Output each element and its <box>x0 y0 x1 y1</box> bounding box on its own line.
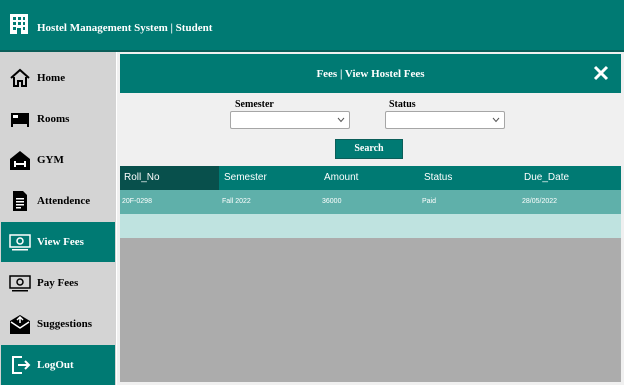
grid-header: Roll_No Semester Amount Status Due_Date <box>120 166 621 190</box>
nav-home-button[interactable]: Home <box>1 58 115 98</box>
mail-icon <box>10 315 30 334</box>
search-button[interactable]: Search <box>335 139 403 159</box>
nav-suggestions-label: Suggestions <box>37 318 93 330</box>
semester-label: Semester <box>235 99 274 110</box>
fees-grid: Roll_No Semester Amount Status Due_Date … <box>120 166 621 382</box>
money-icon <box>9 275 31 292</box>
cell-amount: 36000 <box>322 198 342 205</box>
nav-logout-label: LogOut <box>37 359 74 371</box>
status-select[interactable] <box>385 111 505 129</box>
chevron-down-icon <box>492 117 500 123</box>
cell-semester: Fall 2022 <box>222 198 251 205</box>
panel-title: Fees | View Hostel Fees <box>316 68 425 80</box>
money-icon <box>9 234 31 251</box>
cell-status: Paid <box>422 198 437 205</box>
gym-icon <box>10 151 30 170</box>
nav-logout-button[interactable]: LogOut <box>1 345 115 385</box>
column-header-roll-no[interactable]: Roll_No <box>120 166 219 190</box>
document-icon <box>13 191 27 211</box>
logout-icon <box>12 356 31 374</box>
nav-suggestions-button[interactable]: Suggestions <box>1 304 115 344</box>
nav-home-label: Home <box>37 72 66 84</box>
chevron-down-icon <box>337 117 345 123</box>
column-header-amount[interactable]: Amount <box>320 166 420 190</box>
nav-pay-fees-label: Pay Fees <box>37 277 79 289</box>
table-row[interactable]: 20F-0298 Fall 2022 36000 Paid 28/05/2022 <box>120 190 621 214</box>
nav-view-fees-label: View Fees <box>37 236 84 248</box>
column-header-due-date[interactable]: Due_Date <box>520 166 621 190</box>
nav-rooms-label: Rooms <box>37 113 70 125</box>
nav-gym-label: GYM <box>37 154 64 166</box>
nav-pay-fees-button[interactable]: Pay Fees <box>1 263 115 303</box>
title-bar: Hostel Management System | Student <box>0 0 624 52</box>
home-icon <box>10 68 30 87</box>
nav-attendence-button[interactable]: Attendence <box>1 181 115 221</box>
cell-roll-no: 20F-0298 <box>122 198 152 205</box>
cell-due-date: 28/05/2022 <box>522 198 558 205</box>
sidebar: Home Rooms GYM Attendence View Fees Pay … <box>0 52 116 385</box>
bed-icon <box>11 113 29 127</box>
column-header-status[interactable]: Status <box>420 166 520 190</box>
close-icon[interactable] <box>593 65 609 81</box>
column-header-semester[interactable]: Semester <box>220 166 320 190</box>
panel-header: Fees | View Hostel Fees <box>120 54 621 93</box>
semester-select[interactable] <box>230 111 350 129</box>
main-panel: Fees | View Hostel Fees Semester Status … <box>117 52 624 385</box>
status-label: Status <box>389 99 416 110</box>
nav-gym-button[interactable]: GYM <box>1 140 115 180</box>
nav-rooms-button[interactable]: Rooms <box>1 99 115 139</box>
nav-attendence-label: Attendence <box>37 195 91 207</box>
new-row[interactable] <box>120 214 621 238</box>
building-icon <box>10 14 28 34</box>
app-title: Hostel Management System | Student <box>37 22 213 34</box>
nav-view-fees-button[interactable]: View Fees <box>1 222 115 262</box>
